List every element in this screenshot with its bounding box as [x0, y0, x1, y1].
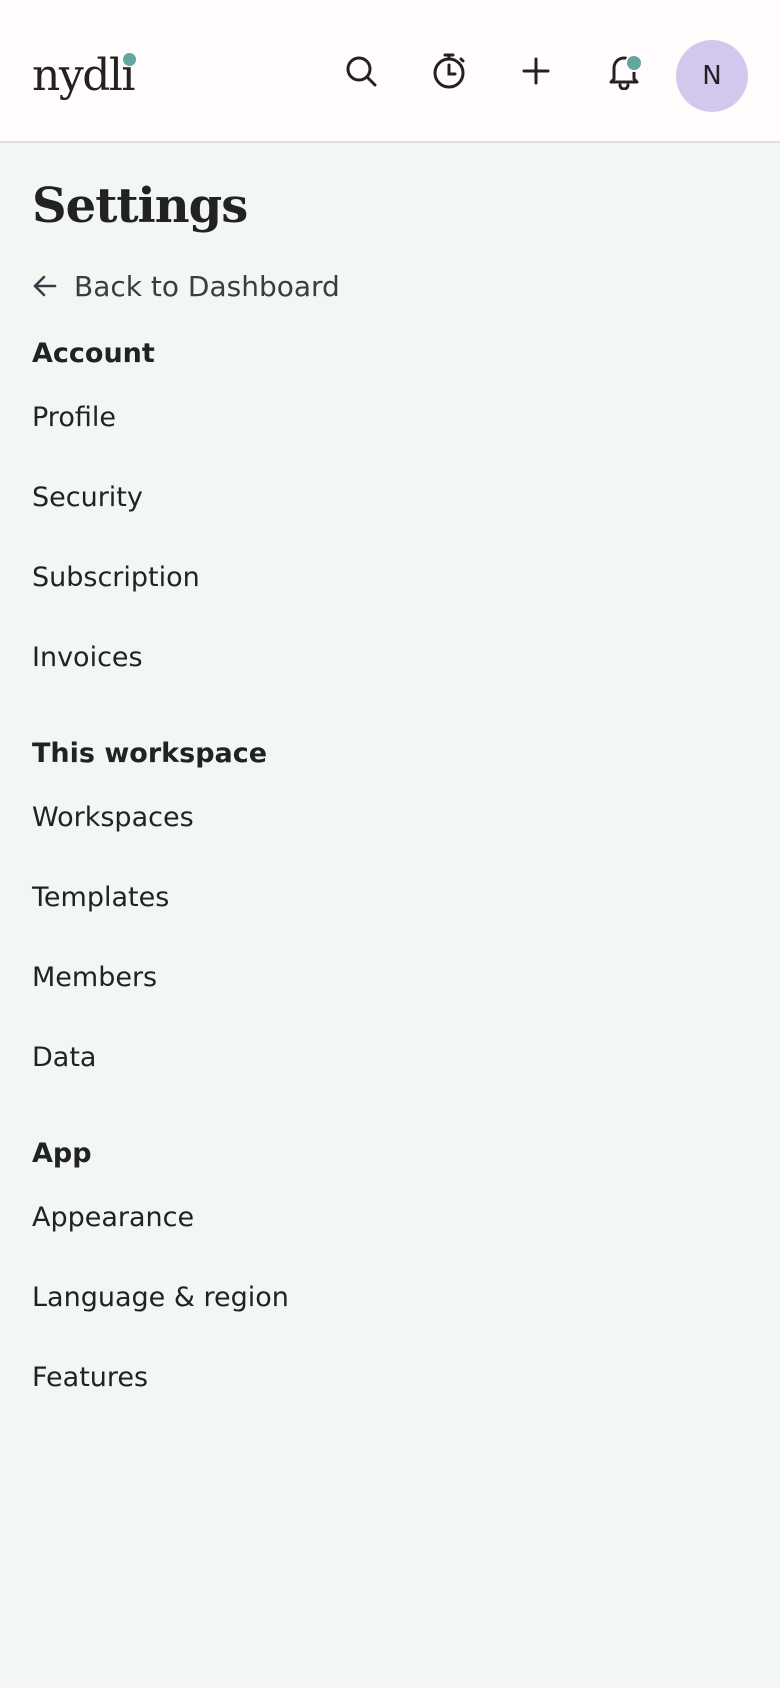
logo-wordmark: nydli	[32, 50, 136, 101]
app-logo[interactable]: nydli	[32, 46, 136, 106]
nav-item-workspaces[interactable]: Workspaces	[32, 798, 732, 838]
section-title-workspace: This workspace	[32, 738, 268, 769]
notifications-button[interactable]	[599, 46, 649, 96]
nav-item-security[interactable]: Security	[32, 478, 732, 518]
nav-item-data[interactable]: Data	[32, 1038, 732, 1078]
plus-icon	[521, 56, 551, 86]
notification-badge	[625, 54, 643, 72]
nav-item-appearance[interactable]: Appearance	[32, 1198, 732, 1238]
section-title-account: Account	[32, 338, 155, 369]
nav-item-features[interactable]: Features	[32, 1358, 732, 1398]
add-button[interactable]	[511, 46, 561, 96]
top-header: nydli N	[0, 0, 780, 143]
nav-item-templates[interactable]: Templates	[32, 878, 732, 918]
arrow-left-icon	[32, 273, 58, 299]
section-title-app: App	[32, 1138, 92, 1169]
nav-item-members[interactable]: Members	[32, 958, 732, 998]
back-link-label: Back to Dashboard	[74, 269, 340, 303]
nav-item-subscription[interactable]: Subscription	[32, 558, 732, 598]
avatar[interactable]: N	[676, 40, 748, 112]
avatar-initial: N	[702, 61, 722, 91]
logo-dot	[123, 53, 136, 66]
timer-button[interactable]	[424, 46, 474, 96]
page-title: Settings	[32, 178, 248, 234]
nav-item-language-region[interactable]: Language & region	[32, 1278, 732, 1318]
nav-item-profile[interactable]: Profile	[32, 398, 732, 438]
search-button[interactable]	[336, 46, 386, 96]
nav-item-invoices[interactable]: Invoices	[32, 638, 732, 678]
stopwatch-icon	[430, 52, 468, 90]
back-to-dashboard-link[interactable]: Back to Dashboard	[32, 266, 340, 306]
search-icon	[344, 54, 378, 88]
